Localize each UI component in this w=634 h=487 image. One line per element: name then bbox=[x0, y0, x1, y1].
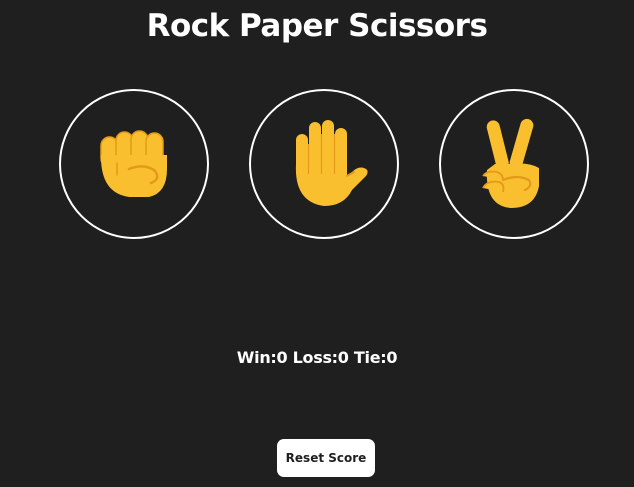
victory-hand-icon bbox=[482, 118, 539, 208]
win-label: Win: bbox=[236, 348, 277, 367]
raised-fist-icon bbox=[100, 130, 167, 197]
loss-count: 0 bbox=[337, 348, 349, 367]
tie-label: Tie: bbox=[348, 348, 387, 367]
tie-count: 0 bbox=[386, 348, 398, 367]
game-page: Rock Paper Scissors Win:0 Loss:0 Tie:0 R… bbox=[0, 0, 634, 487]
scissors-choice-button[interactable] bbox=[439, 89, 589, 239]
paper-choice-button[interactable] bbox=[249, 89, 399, 239]
choices-row bbox=[0, 89, 634, 241]
loss-label: Loss: bbox=[287, 348, 338, 367]
reset-score-button[interactable]: Reset Score bbox=[277, 439, 375, 477]
win-count: 0 bbox=[276, 348, 288, 367]
page-title: Rock Paper Scissors bbox=[146, 8, 488, 44]
score-display: Win:0 Loss:0 Tie:0 bbox=[0, 346, 634, 370]
rock-choice-button[interactable] bbox=[59, 89, 209, 239]
raised-hand-icon bbox=[295, 120, 368, 206]
